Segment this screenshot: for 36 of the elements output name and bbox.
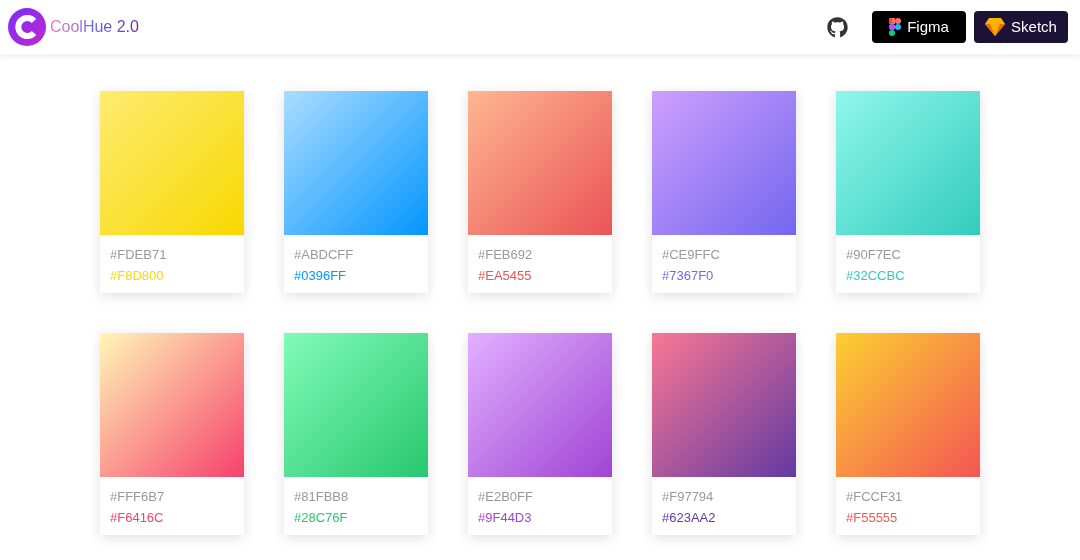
start-color-code: #CE9FFC: [662, 246, 721, 263]
start-color-code: #81FBB8: [294, 488, 350, 505]
start-color-code: #FDEB71: [110, 246, 168, 263]
end-color-code: #7367F0: [662, 267, 715, 284]
palette-card[interactable]: #E2B0FF #9F44D3: [468, 333, 612, 535]
figma-button[interactable]: Figma: [872, 11, 966, 43]
start-color-code: #ABDCFF: [294, 246, 355, 263]
end-color-code: #623AA2: [662, 509, 717, 526]
end-color-code: #28C76F: [294, 509, 349, 526]
end-color-code: #F6416C: [110, 509, 165, 526]
start-color-code: #90F7EC: [846, 246, 902, 263]
palette-card[interactable]: #ABDCFF #0396FF: [284, 91, 428, 293]
github-icon[interactable]: [827, 16, 848, 38]
end-color-code: #F55555: [846, 509, 899, 526]
figma-icon: [889, 18, 902, 36]
start-color-code: #F97794: [662, 488, 715, 505]
start-color-code: #FFF6B7: [110, 488, 166, 505]
palette-card[interactable]: #FEB692 #EA5455: [468, 91, 612, 293]
end-color-code: #EA5455: [478, 267, 533, 284]
diamond-icon: [985, 18, 1006, 36]
start-color-code: #E2B0FF: [478, 488, 534, 505]
palette-card[interactable]: #CE9FFC #7367F0: [652, 91, 796, 293]
logo-icon: [8, 8, 46, 46]
end-color-code: #F8D800: [110, 267, 165, 284]
palette-card[interactable]: #90F7EC #32CCBC: [836, 91, 980, 293]
end-color-code: #9F44D3: [478, 509, 533, 526]
palette-card[interactable]: #FCCF31 #F55555: [836, 333, 980, 535]
palette-card[interactable]: #F97794 #623AA2: [652, 333, 796, 535]
start-color-code: #FEB692: [478, 246, 534, 263]
palette-card[interactable]: #FDEB71 #F8D800: [100, 91, 244, 293]
end-color-code: #0396FF: [294, 267, 348, 284]
palette-card[interactable]: #81FBB8 #28C76F: [284, 333, 428, 535]
sketch-button[interactable]: Sketch: [974, 11, 1068, 43]
start-color-code: #FCCF31: [846, 488, 904, 505]
end-color-code: #32CCBC: [846, 267, 906, 284]
palette-card[interactable]: #FFF6B7 #F6416C: [100, 333, 244, 535]
